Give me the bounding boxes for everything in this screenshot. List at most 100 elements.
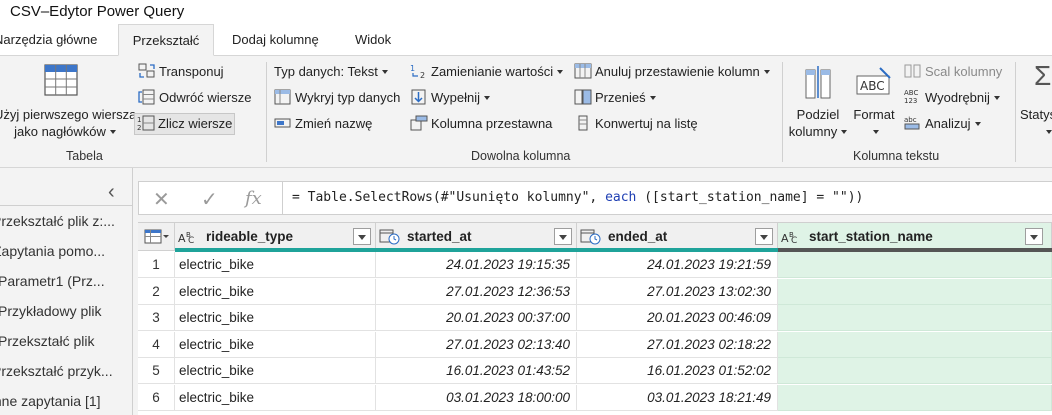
tab-add-column[interactable]: Dodaj kolumnę <box>232 24 319 56</box>
cell-start-station-name[interactable] <box>778 278 1052 305</box>
split-column-icon <box>800 64 836 103</box>
row-number[interactable]: 3 <box>138 305 175 331</box>
cell-ended-at[interactable]: 20.01.2023 00:46:09 <box>577 305 778 331</box>
tab-transform[interactable]: Przekształć <box>118 24 214 56</box>
detect-data-type-button[interactable]: Wykryj typ danych <box>274 87 400 109</box>
confirm-check-icon[interactable]: ✓ <box>201 187 218 212</box>
chevron-down-icon <box>1046 130 1052 134</box>
row-number[interactable]: 1 <box>138 252 175 278</box>
query-item[interactable]: Przekształć plik <box>0 328 131 354</box>
pivot-column-button[interactable]: Kolumna przestawna <box>410 113 552 135</box>
cell-rideable-type[interactable]: electric_bike <box>175 305 376 331</box>
query-item[interactable]: Inne zapytania [1] <box>0 388 123 414</box>
cell-rideable-type[interactable]: electric_bike <box>175 384 376 411</box>
column-filter-dropdown[interactable] <box>353 228 371 245</box>
fill-button[interactable]: Wypełnij <box>410 87 491 109</box>
fx-icon[interactable]: fx <box>245 188 262 209</box>
cell-started-at[interactable]: 16.01.2023 01:43:52 <box>376 358 577 384</box>
formula-text: = Table.SelectRows(#"Usunięto kolumny", <box>292 190 606 205</box>
query-item[interactable]: Przykładowy plik <box>0 298 131 324</box>
table-corner-menu[interactable] <box>138 223 175 251</box>
column-name: rideable_type <box>206 229 294 244</box>
extract-label: Wyodrębnij <box>925 90 990 105</box>
group-label-tabela: Tabela <box>66 149 103 163</box>
format-label: Format <box>853 107 895 122</box>
row-number[interactable]: 5 <box>138 358 175 384</box>
tab-view[interactable]: Widok <box>355 24 391 56</box>
cell-ended-at[interactable]: 03.01.2023 18:21:49 <box>577 384 778 411</box>
merge-columns-icon <box>904 63 922 79</box>
row-number[interactable]: 6 <box>138 384 175 411</box>
table-icon <box>144 229 170 248</box>
cell-start-station-name[interactable] <box>778 384 1052 411</box>
use-first-row-label-1: Użyj pierwszego wiersza <box>0 107 137 122</box>
group-label-dowolna-kolumna: Dowolna kolumna <box>471 149 571 163</box>
unpivot-columns-button[interactable]: Anuluj przestawienie kolumn <box>574 61 770 83</box>
formula-separator <box>282 182 283 214</box>
column-header-start-station-name[interactable]: ABC start_station_name <box>778 223 1052 251</box>
sigma-icon: Σ <box>1034 60 1052 91</box>
merge-columns-button[interactable]: Scal kolumny <box>904 61 1002 83</box>
query-item[interactable]: Przekształć plik z:... <box>0 208 125 234</box>
unpivot-icon <box>574 63 592 79</box>
replace-values-label: Zamienianie wartości <box>431 64 554 79</box>
column-filter-active-dropdown[interactable] <box>1025 228 1043 245</box>
cell-started-at[interactable]: 20.01.2023 00:37:00 <box>376 305 577 331</box>
svg-text:ABC: ABC <box>904 89 918 97</box>
query-item[interactable]: Przekształć przyk... <box>0 358 125 384</box>
ribbon: Użyj pierwszego wiersza jako nagłówków T… <box>0 56 1052 168</box>
cancel-icon[interactable]: ✕ <box>153 187 170 212</box>
extract-button[interactable]: ABC 123 Wyodrębnij <box>904 87 1000 109</box>
query-item[interactable]: Parametr1 (Prz... <box>0 268 131 294</box>
cell-started-at[interactable]: 03.01.2023 18:00:00 <box>376 384 577 411</box>
cell-start-station-name[interactable] <box>778 305 1052 331</box>
count-rows-button[interactable]: 1 2 Zlicz wiersze <box>134 113 236 135</box>
cell-rideable-type[interactable]: electric_bike <box>175 358 376 384</box>
column-filter-dropdown[interactable] <box>554 228 572 245</box>
tab-home[interactable]: Narzędzia główne <box>0 24 97 56</box>
column-header-ended-at[interactable]: ended_at <box>577 223 778 251</box>
cell-start-station-name[interactable] <box>778 331 1052 358</box>
cell-ended-at[interactable]: 27.01.2023 13:02:30 <box>577 278 778 305</box>
merge-columns-label: Scal kolumny <box>925 64 1003 79</box>
cell-ended-at[interactable]: 16.01.2023 01:52:02 <box>577 358 778 384</box>
reverse-rows-button[interactable]: Odwróć wiersze <box>138 87 251 109</box>
svg-text:ABC: ABC <box>860 79 885 93</box>
convert-to-list-button[interactable]: Konwertuj na listę <box>574 113 698 135</box>
cell-start-station-name[interactable] <box>778 358 1052 384</box>
svg-text:123: 123 <box>904 97 917 105</box>
cell-started-at[interactable]: 24.01.2023 19:15:35 <box>376 252 577 278</box>
parse-button[interactable]: abc Analizuj <box>904 113 981 135</box>
collapse-chevron-icon[interactable]: ‹ <box>108 181 115 204</box>
cell-rideable-type[interactable]: electric_bike <box>175 252 376 278</box>
replace-values-button[interactable]: 1 2 Zamienianie wartości <box>410 61 564 83</box>
query-item[interactable]: Zapytania pomo... <box>0 238 126 264</box>
chevron-down-icon <box>484 96 491 100</box>
cell-rideable-type[interactable]: electric_bike <box>175 331 376 358</box>
cell-rideable-type[interactable]: electric_bike <box>175 278 376 305</box>
cell-started-at[interactable]: 27.01.2023 12:36:53 <box>376 278 577 305</box>
transpose-button[interactable]: Transponuj <box>138 61 224 83</box>
cell-ended-at[interactable]: 27.01.2023 02:18:22 <box>577 331 778 358</box>
column-header-rideable-type[interactable]: ABC rideable_type <box>175 223 376 251</box>
column-header-started-at[interactable]: started_at <box>376 223 577 251</box>
svg-text:C: C <box>791 236 797 245</box>
column-filter-dropdown[interactable] <box>755 228 773 245</box>
row-number[interactable]: 4 <box>138 331 175 358</box>
transpose-label: Transponuj <box>159 64 224 79</box>
row-number[interactable]: 2 <box>138 278 175 305</box>
rename-button[interactable]: Zmień nazwę <box>274 113 372 135</box>
formula-input[interactable]: = Table.SelectRows(#"Usunięto kolumny", … <box>292 190 863 205</box>
cell-ended-at[interactable]: 24.01.2023 19:21:59 <box>577 252 778 278</box>
cell-started-at[interactable]: 27.01.2023 02:13:40 <box>376 331 577 358</box>
rename-label: Zmień nazwę <box>295 116 373 131</box>
chevron-down-icon <box>873 130 879 134</box>
data-type-label: Typ danych: Tekst <box>274 64 378 79</box>
cell-start-station-name[interactable] <box>778 252 1052 278</box>
chevron-down-icon <box>381 70 388 74</box>
ribbon-separator <box>1015 62 1016 162</box>
svg-text:A: A <box>178 232 186 245</box>
data-type-dropdown[interactable]: Typ danych: Tekst <box>274 61 388 83</box>
move-button[interactable]: Przenieś <box>574 87 656 109</box>
svg-text:2: 2 <box>137 124 141 131</box>
